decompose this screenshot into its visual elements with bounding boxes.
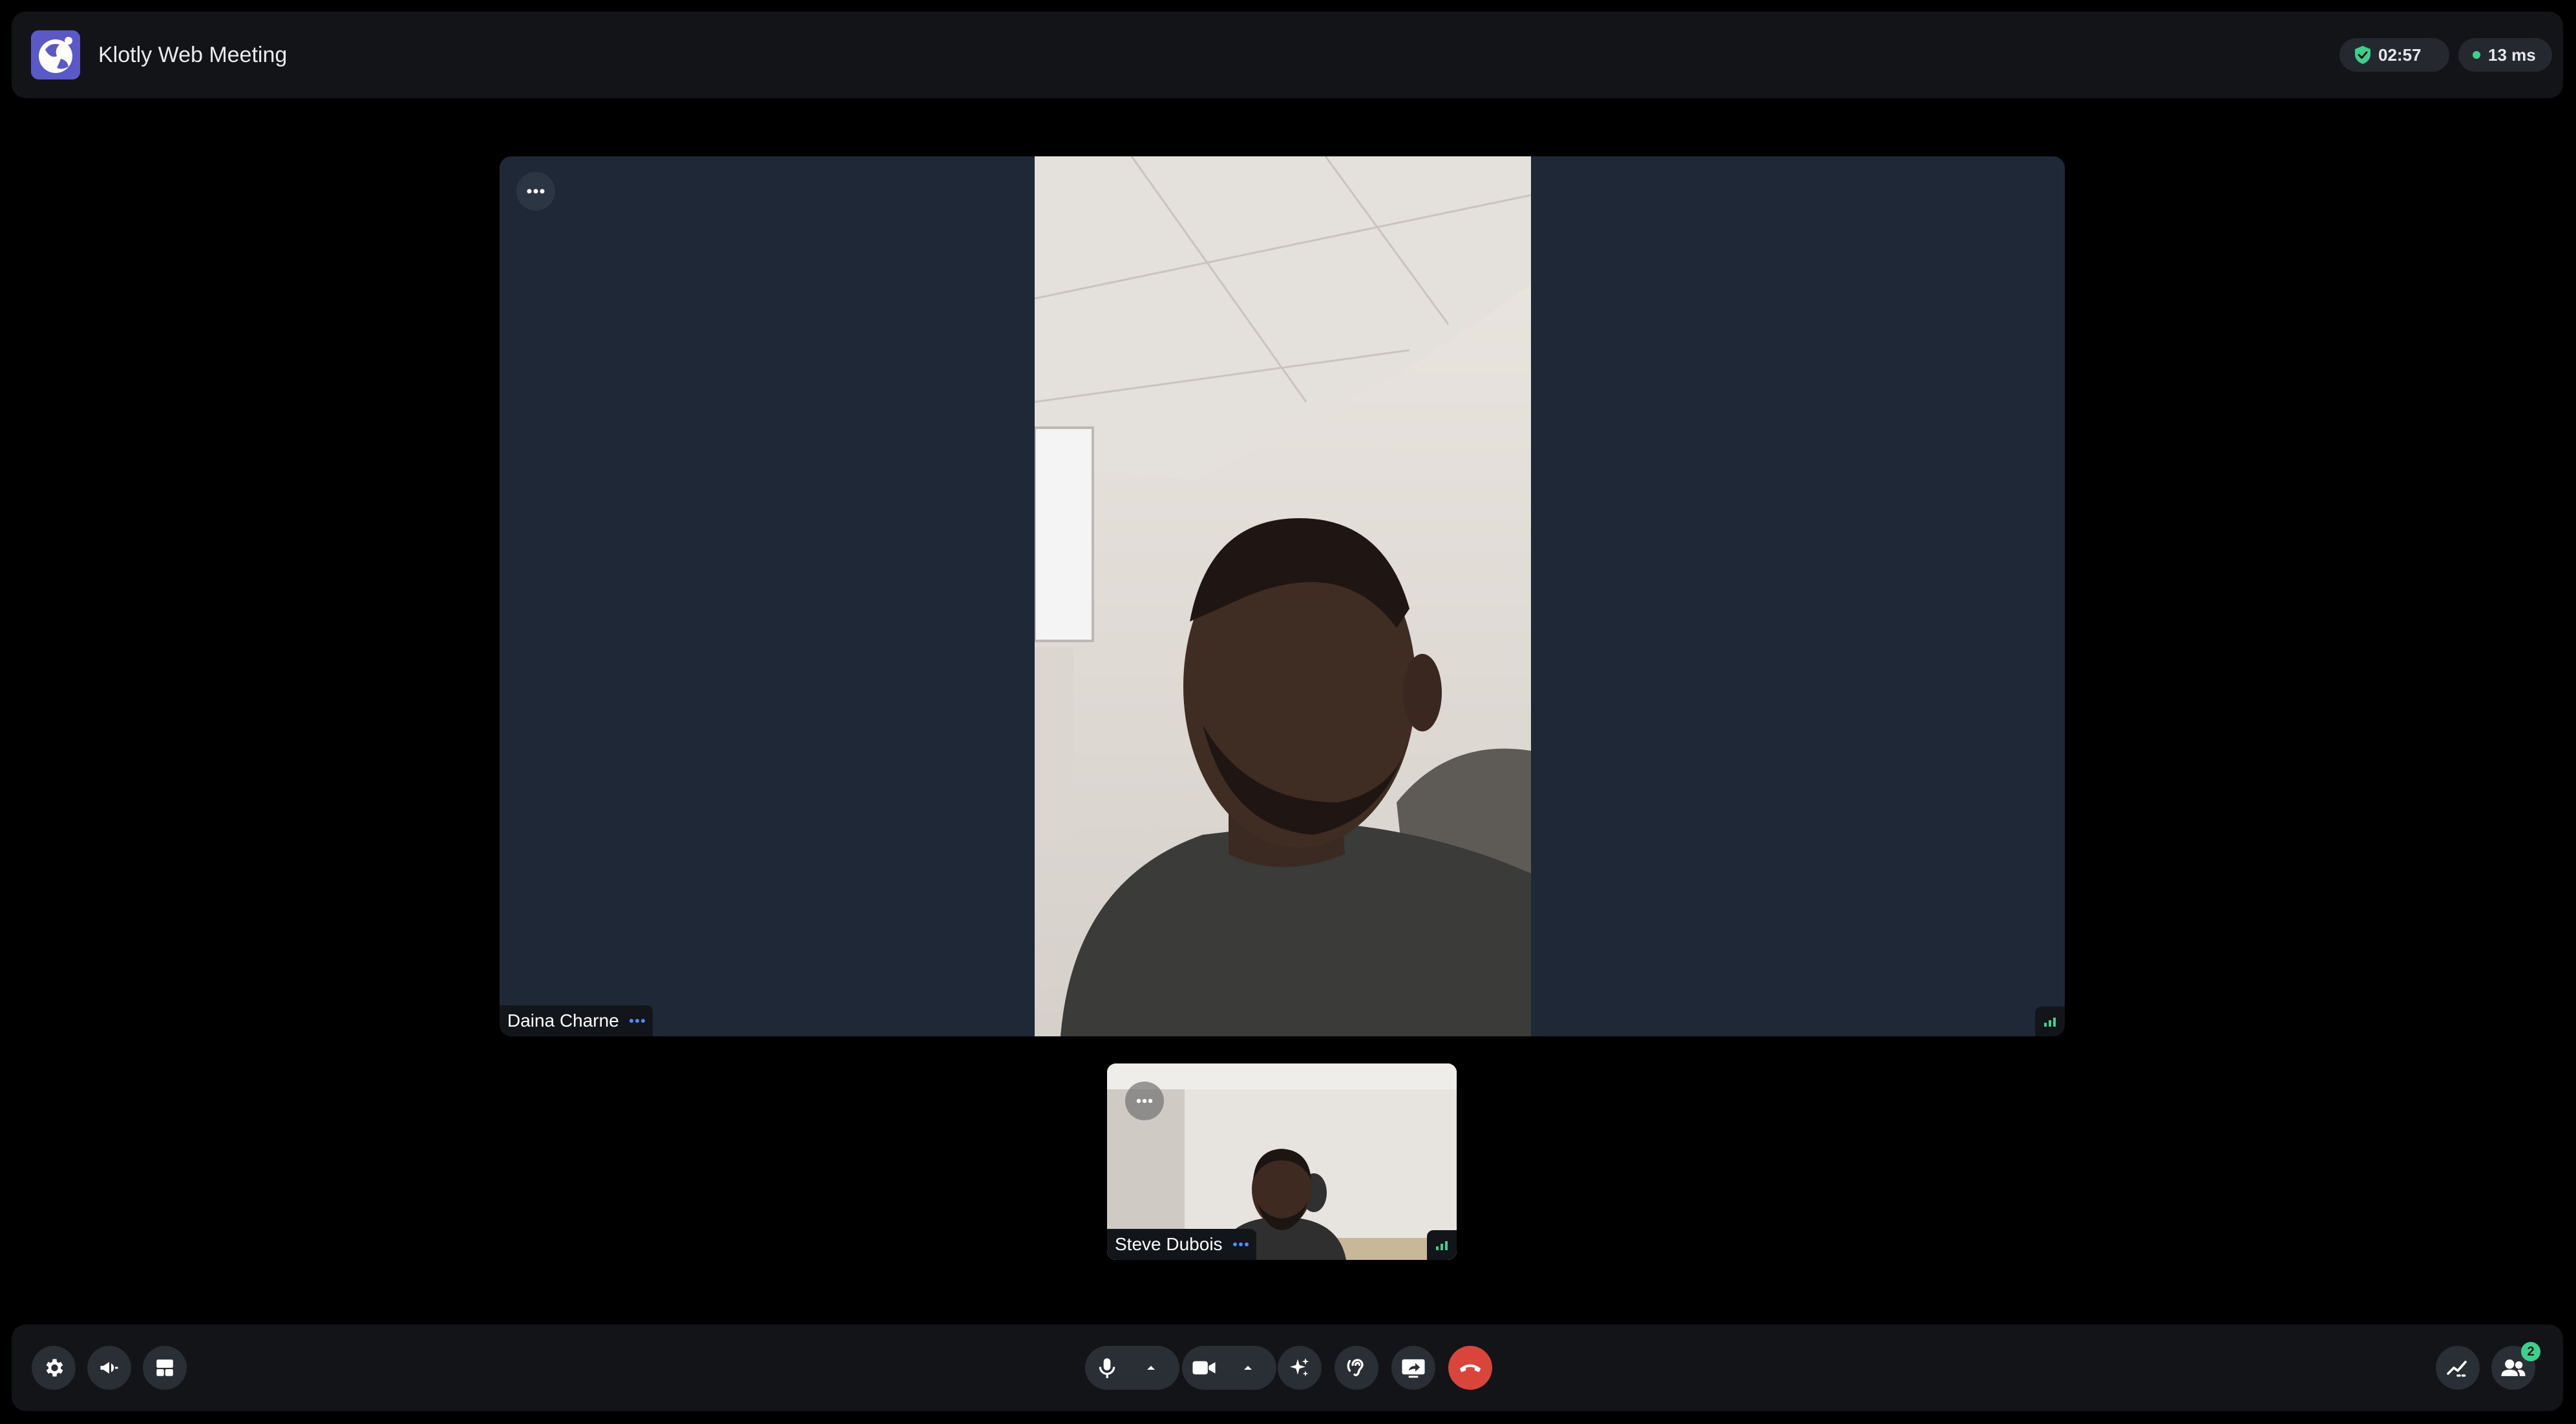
participants-count-badge: 2 [2521, 1342, 2540, 1361]
settings-button[interactable] [32, 1346, 76, 1390]
camera-button[interactable] [1182, 1346, 1226, 1390]
self-options-button[interactable] [1232, 1242, 1249, 1246]
participant-name: Daina Charne [507, 1010, 619, 1031]
shield-check-icon [2355, 46, 2370, 64]
more-icon [1136, 1098, 1153, 1104]
broadcast-button[interactable] [87, 1346, 131, 1390]
microphone-icon [1099, 1358, 1115, 1378]
more-icon [527, 189, 545, 194]
chevron-up-icon [1244, 1366, 1252, 1370]
screen-share-icon [1402, 1359, 1425, 1378]
camera-control [1182, 1346, 1276, 1390]
self-name-tag: Steve Dubois [1107, 1229, 1256, 1260]
more-icon [629, 1019, 645, 1023]
microphone-control [1085, 1346, 1179, 1390]
phone-hangup-icon [1459, 1364, 1481, 1372]
megaphone-icon [100, 1362, 118, 1374]
latency-indicator: 13 ms [2458, 38, 2552, 72]
self-view-tile: Steve Dubois [1107, 1063, 1457, 1260]
participant-name-tag: Daina Charne [500, 1005, 653, 1036]
settings-icon [46, 1359, 63, 1377]
self-connection-quality [1427, 1230, 1457, 1260]
screen-share-button[interactable] [1391, 1346, 1435, 1390]
leave-meeting-button[interactable] [1448, 1346, 1492, 1390]
signal-icon [2044, 1018, 2056, 1027]
hearing-icon [1347, 1359, 1364, 1377]
participants-icon [2501, 1359, 2526, 1376]
camera-icon [1192, 1361, 1216, 1375]
layout-icon [156, 1359, 173, 1376]
tile-options-button[interactable] [516, 172, 555, 211]
latency-text: 13 ms [2488, 45, 2536, 65]
chevron-up-icon [1147, 1366, 1155, 1370]
microphone-button[interactable] [1085, 1346, 1129, 1390]
captions-button[interactable] [1335, 1346, 1378, 1390]
top-bar: Klotly Web Meeting 02:57 13 ms [12, 12, 2563, 98]
stats-button[interactable] [2436, 1346, 2480, 1390]
app-title: Klotly Web Meeting [98, 43, 288, 67]
participants-button[interactable]: 2 [2491, 1342, 2540, 1390]
signal-icon [1436, 1241, 1448, 1250]
effects-button[interactable] [1278, 1346, 1322, 1390]
meeting-timer: 02:57 [2339, 38, 2449, 72]
logo-icon [31, 30, 80, 79]
main-participant-video [1035, 156, 1531, 1036]
microphone-options-button[interactable] [1129, 1346, 1173, 1390]
camera-options-button[interactable] [1226, 1346, 1270, 1390]
status-dot [2473, 51, 2480, 59]
participant-options-button[interactable] [629, 1019, 645, 1023]
timer-text: 02:57 [2378, 45, 2422, 65]
connection-quality [2035, 1007, 2065, 1036]
self-tile-options-button[interactable] [1125, 1082, 1164, 1120]
control-bar: 2 [12, 1325, 2563, 1411]
sparkles-icon [1290, 1358, 1309, 1377]
main-participant-tile: Daina Charne [500, 156, 2065, 1036]
more-icon [1232, 1242, 1249, 1246]
activity-icon [2447, 1361, 2469, 1377]
layout-button[interactable] [143, 1346, 187, 1390]
self-name: Steve Dubois [1115, 1234, 1223, 1254]
